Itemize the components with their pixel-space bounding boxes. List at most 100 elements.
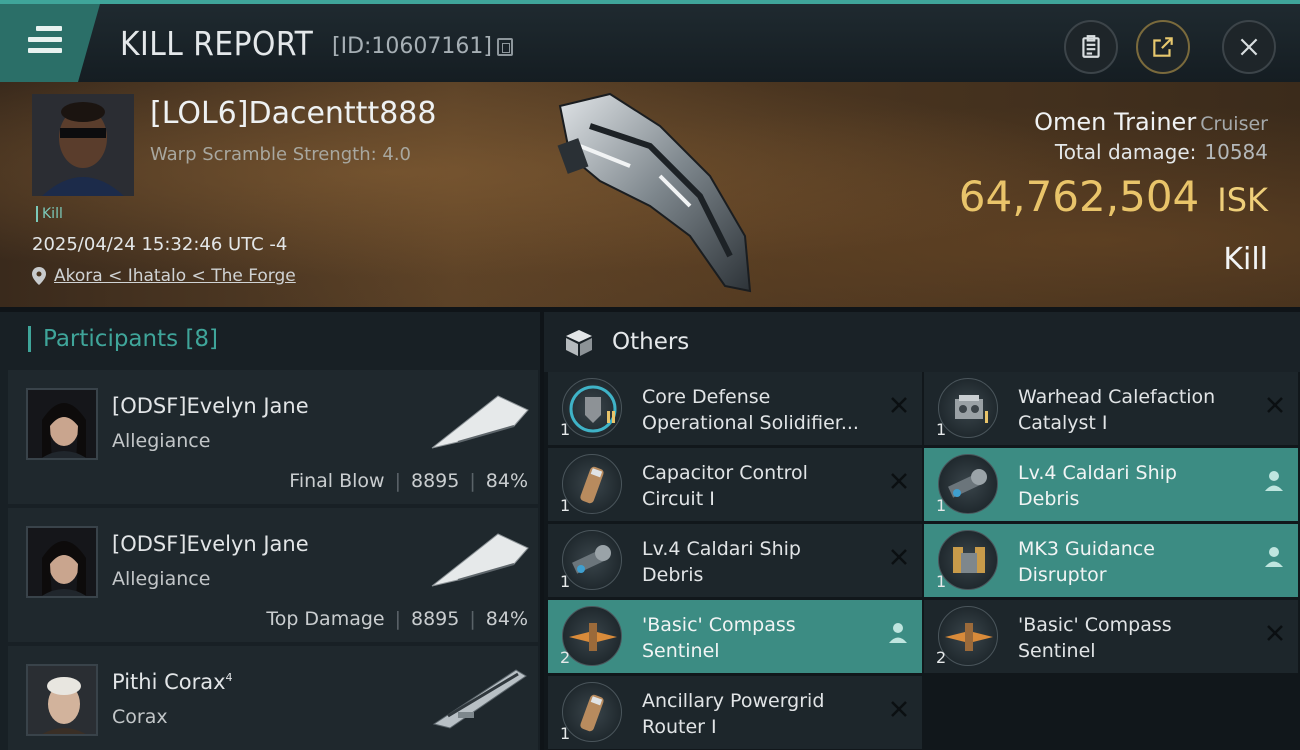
participant-ship: Corax (112, 706, 168, 728)
clipboard-icon (1082, 35, 1100, 58)
item-row[interactable]: 2 'Basic' Compass Sentinel (924, 600, 1298, 673)
participant-row[interactable]: [ODSF]Evelyn Jane Allegiance Final Blow |… (8, 370, 538, 504)
item-icon (562, 606, 622, 666)
item-quantity: 2 (936, 648, 947, 667)
participants-title: Participants [8] (28, 326, 218, 352)
others-panel: Others 1 Core Defense Operational Solidi… (544, 312, 1300, 750)
item-quantity: 1 (936, 420, 947, 439)
ship-thumbnail (432, 669, 527, 729)
isk-amount: 64,762,504 (958, 172, 1200, 221)
kill-datetime: 2025/04/24 15:32:46 UTC -4 (32, 234, 288, 255)
ship-image (557, 92, 752, 293)
item-quantity: 1 (936, 572, 947, 591)
page-title: KILL REPORT (120, 24, 314, 63)
participant-row[interactable]: [ODSF]Evelyn Jane Allegiance Top Damage |… (8, 508, 538, 642)
divider: | (394, 608, 401, 630)
item-icon (562, 530, 622, 590)
location-pin-icon (32, 267, 46, 285)
item-quantity: 1 (936, 496, 947, 515)
participant-damage: 8895 (411, 470, 460, 492)
item-icon (938, 454, 998, 514)
total-damage-label: Total damage: (1054, 140, 1197, 164)
location-link[interactable]: Akora < Ihatalo < The Forge (32, 266, 296, 286)
dropped-person-icon (1265, 547, 1283, 567)
participant-role: Top Damage (266, 608, 385, 630)
destroyed-icon (1267, 397, 1283, 413)
isk-value: 64,762,504 ISK (959, 172, 1268, 221)
item-row[interactable]: 1 Capacitor Control Circuit I (548, 448, 922, 521)
item-icon (562, 682, 622, 742)
item-name: 'Basic' Compass Sentinel (1018, 614, 1172, 662)
cube-icon (566, 330, 592, 356)
item-icon (562, 378, 622, 438)
item-icon (938, 378, 998, 438)
victim-banner: [LOL6]Dacenttt888 Warp Scramble Strength… (0, 82, 1300, 307)
participant-role: Final Blow (289, 470, 385, 492)
participant-percent: 84% (485, 608, 528, 630)
participant-name: [ODSF]Evelyn Jane (112, 532, 309, 556)
item-name: Lv.4 Caldari Ship Debris (1018, 462, 1177, 510)
item-quantity: 1 (560, 724, 571, 743)
destroyed-icon (1267, 625, 1283, 641)
isk-unit: ISK (1217, 181, 1268, 219)
item-quantity: 1 (560, 572, 571, 591)
share-button[interactable] (1136, 20, 1190, 74)
item-row[interactable]: 1 Lv.4 Caldari Ship Debris (924, 448, 1298, 521)
item-quantity: 1 (560, 420, 571, 439)
close-button[interactable] (1222, 20, 1276, 74)
destroyed-icon (891, 701, 907, 717)
participant-count-sup: 4 (225, 671, 233, 684)
participants-panel: Participants [8] [ODSF]Evelyn Jane Alleg… (0, 312, 540, 750)
divider: | (394, 470, 401, 492)
participant-name-text: Pithi Corax (112, 670, 226, 694)
share-icon (1153, 37, 1173, 57)
ship-thumbnail (431, 395, 529, 449)
clipboard-button[interactable] (1064, 20, 1118, 74)
top-bar: KILL REPORT [ID:10607161] (0, 0, 1300, 82)
participant-avatar (26, 526, 98, 598)
others-title: Others (612, 329, 690, 355)
item-row[interactable]: 1 Lv.4 Caldari Ship Debris (548, 524, 922, 597)
participant-ship: Allegiance (112, 568, 211, 590)
item-row[interactable]: 1 Ancillary Powergrid Router I (548, 676, 922, 749)
kill-id: [ID:10607161] (332, 34, 492, 59)
total-damage-value: 10584 (1204, 140, 1268, 164)
participant-damage: 8895 (411, 608, 460, 630)
participant-row[interactable]: Pithi Corax4 Corax (8, 646, 538, 750)
location-text: Akora < Ihatalo < The Forge (54, 266, 296, 286)
total-damage: Total damage: 10584 (1055, 140, 1268, 164)
item-icon (562, 454, 622, 514)
item-name: Ancillary Powergrid Router I (642, 690, 825, 738)
participant-stats: Final Blow | 8895 | 84% (289, 470, 528, 492)
victim-name[interactable]: [LOL6]Dacenttt888 (150, 96, 436, 131)
item-icon (938, 606, 998, 666)
item-row[interactable]: 1 Core Defense Operational Solidifier... (548, 372, 922, 445)
menu-button[interactable] (0, 4, 100, 82)
ship-name[interactable]: Omen Trainer (1034, 108, 1196, 136)
kill-tag: Kill (36, 206, 63, 222)
victim-ship: Omen Trainer Cruiser (1034, 108, 1268, 136)
dropped-person-icon (1265, 471, 1283, 491)
item-name: Capacitor Control Circuit I (642, 462, 808, 510)
dropped-person-icon (889, 623, 907, 643)
divider: | (469, 470, 476, 492)
participant-name: [ODSF]Evelyn Jane (112, 394, 309, 418)
copy-icon[interactable] (497, 38, 513, 56)
ship-thumbnail (431, 533, 529, 587)
participant-ship: Allegiance (112, 430, 211, 452)
item-row[interactable]: 2 'Basic' Compass Sentinel (548, 600, 922, 673)
participant-percent: 84% (485, 470, 528, 492)
ship-class: Cruiser (1200, 113, 1268, 135)
item-name: Lv.4 Caldari Ship Debris (642, 538, 801, 586)
destroyed-icon (891, 473, 907, 489)
destroyed-icon (891, 549, 907, 565)
item-name: 'Basic' Compass Sentinel (642, 614, 796, 662)
participant-stats: Top Damage | 8895 | 84% (266, 608, 528, 630)
item-row[interactable]: 1 Warhead Calefaction Catalyst I (924, 372, 1298, 445)
participant-avatar (26, 388, 98, 460)
item-name: Warhead Calefaction Catalyst I (1018, 386, 1216, 434)
participant-name: Pithi Corax4 (112, 670, 233, 694)
victim-avatar[interactable] (32, 94, 134, 196)
item-icon (938, 530, 998, 590)
item-row[interactable]: 1 MK3 Guidance Disruptor (924, 524, 1298, 597)
